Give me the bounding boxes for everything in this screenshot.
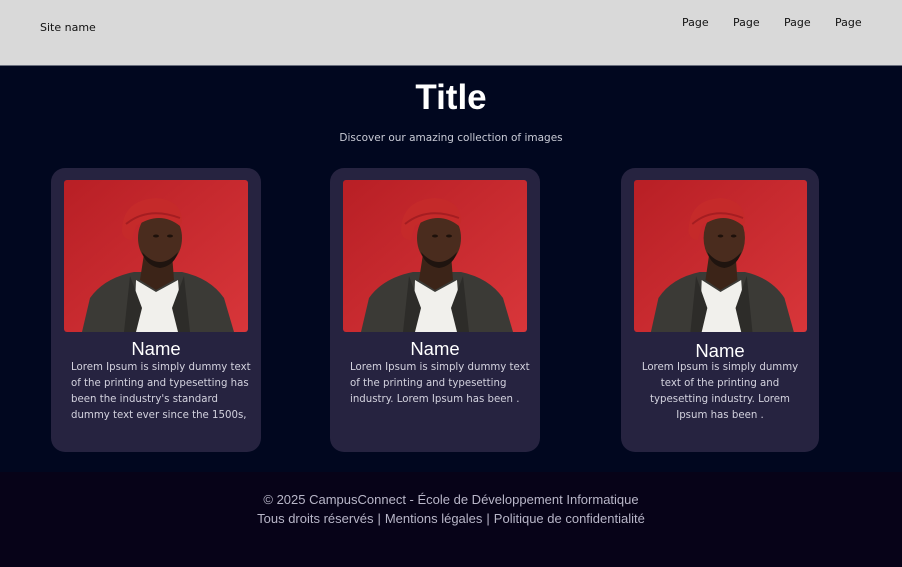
nav-link-page-4[interactable]: Page bbox=[835, 16, 862, 29]
profile-photo bbox=[64, 180, 248, 332]
card-description: Lorem Ipsum is simply dummy text of the … bbox=[641, 362, 799, 421]
profile-card[interactable]: Name Lorem Ipsum is simply dummy text of… bbox=[621, 168, 819, 452]
profile-card[interactable]: Name Lorem Ipsum is simply dummy text of… bbox=[330, 168, 540, 452]
card-name: Name bbox=[410, 338, 460, 359]
card-name: Name bbox=[131, 338, 181, 359]
main-nav: Page Page Page Page bbox=[0, 16, 902, 30]
nav-link-page-1[interactable]: Page bbox=[682, 16, 709, 29]
footer-link-rights[interactable]: Tous droits réservés bbox=[257, 511, 373, 526]
site-footer: © 2025 CampusConnect - École de Développ… bbox=[0, 472, 902, 567]
footer-separator: | bbox=[377, 511, 381, 526]
profile-card[interactable]: Name Lorem Ipsum is simply dummy text of… bbox=[51, 168, 261, 452]
footer-link-legal[interactable]: Mentions légales bbox=[385, 511, 483, 526]
profile-photo bbox=[634, 180, 807, 332]
card-name: Name bbox=[695, 340, 745, 361]
top-navbar: Site name Page Page Page Page bbox=[0, 0, 902, 66]
nav-link-page-2[interactable]: Page bbox=[733, 16, 760, 29]
page-title: Title bbox=[415, 78, 487, 117]
footer-link-privacy[interactable]: Politique de confidentialité bbox=[494, 511, 645, 526]
footer-links: Tous droits réservés | Mentions légales | Po… bbox=[0, 511, 902, 526]
nav-link-page-3[interactable]: Page bbox=[784, 16, 811, 29]
profile-photo bbox=[343, 180, 527, 332]
card-description: Lorem Ipsum is simply dummy text of the … bbox=[71, 362, 251, 421]
page-subtitle: Discover our amazing collection of image… bbox=[339, 132, 563, 144]
card-description: Lorem Ipsum is simply dummy text of the … bbox=[350, 362, 530, 405]
footer-separator: | bbox=[486, 511, 490, 526]
footer-copyright: © 2025 CampusConnect - École de Développ… bbox=[263, 492, 639, 507]
